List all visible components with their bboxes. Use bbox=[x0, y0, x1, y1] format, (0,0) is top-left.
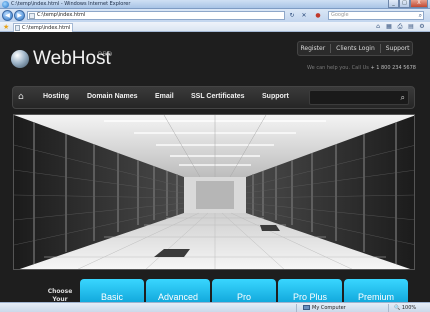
maximize-button[interactable]: □ bbox=[399, 0, 410, 8]
nav-domain-names[interactable]: Domain Names bbox=[87, 93, 138, 100]
nav-support[interactable]: Support bbox=[262, 93, 289, 100]
home-nav-icon[interactable]: ⌂ bbox=[18, 92, 24, 103]
register-link[interactable]: Register bbox=[300, 45, 325, 52]
nav-ssl-certificates[interactable]: SSL Certificates bbox=[191, 93, 245, 100]
favorites-star-icon[interactable]: ★ bbox=[3, 23, 9, 31]
address-bar[interactable]: C:\temp\index.html bbox=[27, 11, 285, 20]
stop-icon[interactable]: ✕ bbox=[300, 12, 308, 19]
hero-banner bbox=[13, 114, 415, 270]
plan-tab-basic[interactable]: Basic bbox=[80, 279, 144, 302]
close-button[interactable]: X bbox=[410, 0, 428, 8]
forward-button[interactable]: ▶ bbox=[14, 10, 25, 21]
window-controls: _ □ X bbox=[388, 0, 428, 8]
zoom-icon: 🔍 bbox=[394, 305, 401, 311]
ie-logo-icon bbox=[2, 1, 9, 8]
site-logo-suffix: PRO bbox=[98, 52, 113, 58]
home-icon[interactable]: ⌂ bbox=[374, 23, 382, 30]
minimize-button[interactable]: _ bbox=[388, 0, 399, 8]
search-provider-icon[interactable]: ● bbox=[314, 12, 322, 19]
computer-icon bbox=[303, 305, 310, 310]
divider bbox=[388, 304, 389, 312]
page-viewport: WebHost PRO Register Clients Login Suppo… bbox=[0, 32, 430, 302]
plan-tab-premium[interactable]: Premium bbox=[344, 279, 408, 302]
plan-tab-pro-plus[interactable]: Pro Plus bbox=[278, 279, 342, 302]
zoom-level[interactable]: 🔍 100% bbox=[394, 305, 416, 311]
security-zone: My Computer bbox=[303, 305, 346, 311]
phone-number: + 1 800 234 5678 bbox=[370, 65, 416, 71]
tab-page-icon bbox=[15, 25, 20, 31]
command-bar: ⌂ ▦ ⎙ ▤ ⚙ bbox=[374, 23, 426, 30]
divider bbox=[296, 304, 297, 312]
browser-navbar: ◀ ▶ C:\temp\index.html ↻ ✕ ● Google ⌕ bbox=[0, 9, 430, 22]
top-links: Register Clients Login Support bbox=[297, 41, 413, 56]
plan-tab-advanced[interactable]: Advanced bbox=[146, 279, 210, 302]
tools-icon[interactable]: ⚙ bbox=[418, 23, 426, 30]
divider bbox=[379, 44, 381, 53]
globe-logo-icon bbox=[11, 50, 29, 68]
tab-title: C:\temp\index.html bbox=[22, 25, 71, 31]
security-zone-label: My Computer bbox=[312, 305, 346, 311]
search-icon[interactable]: ⌕ bbox=[401, 92, 405, 104]
server-room-image bbox=[14, 115, 414, 269]
plan-tab-pro[interactable]: Pro bbox=[212, 279, 276, 302]
refresh-icon[interactable]: ↻ bbox=[288, 12, 296, 19]
print-icon[interactable]: ⎙ bbox=[396, 23, 404, 30]
clients-login-link[interactable]: Clients Login bbox=[336, 45, 375, 52]
main-nav: ⌂ Hosting Domain Names Email SSL Certifi… bbox=[12, 86, 415, 109]
back-button[interactable]: ◀ bbox=[2, 10, 13, 21]
zoom-value: 100% bbox=[401, 305, 417, 311]
plans-heading: Choose Your Package bbox=[47, 288, 73, 302]
site-search-input[interactable]: ⌕ bbox=[309, 90, 409, 105]
nav-email[interactable]: Email bbox=[155, 93, 174, 100]
favorites-bar: ★ C:\temp\index.html ⌂ ▦ ⎙ ▤ ⚙ bbox=[0, 22, 430, 32]
address-text: C:\temp\index.html bbox=[37, 12, 86, 18]
search-placeholder: Google bbox=[331, 12, 349, 18]
window-titlebar: C:\temp\index.html - Windows Internet Ex… bbox=[0, 0, 430, 9]
browser-tab[interactable]: C:\temp\index.html bbox=[13, 23, 73, 32]
support-top-link[interactable]: Support bbox=[386, 45, 410, 52]
search-box[interactable]: Google ⌕ bbox=[328, 11, 424, 20]
status-bar: My Computer 🔍 100% bbox=[0, 302, 430, 312]
nav-hosting[interactable]: Hosting bbox=[43, 93, 69, 100]
help-line: We can help you. Call Us + 1 800 234 567… bbox=[307, 65, 416, 71]
page-icon bbox=[29, 13, 35, 19]
window-title: C:\temp\index.html - Windows Internet Ex… bbox=[11, 1, 131, 7]
search-icon[interactable]: ⌕ bbox=[419, 12, 422, 19]
divider bbox=[330, 44, 332, 53]
page-menu-icon[interactable]: ▤ bbox=[407, 23, 415, 30]
help-text: We can help you. Call Us bbox=[307, 65, 369, 71]
feeds-icon[interactable]: ▦ bbox=[385, 23, 393, 30]
